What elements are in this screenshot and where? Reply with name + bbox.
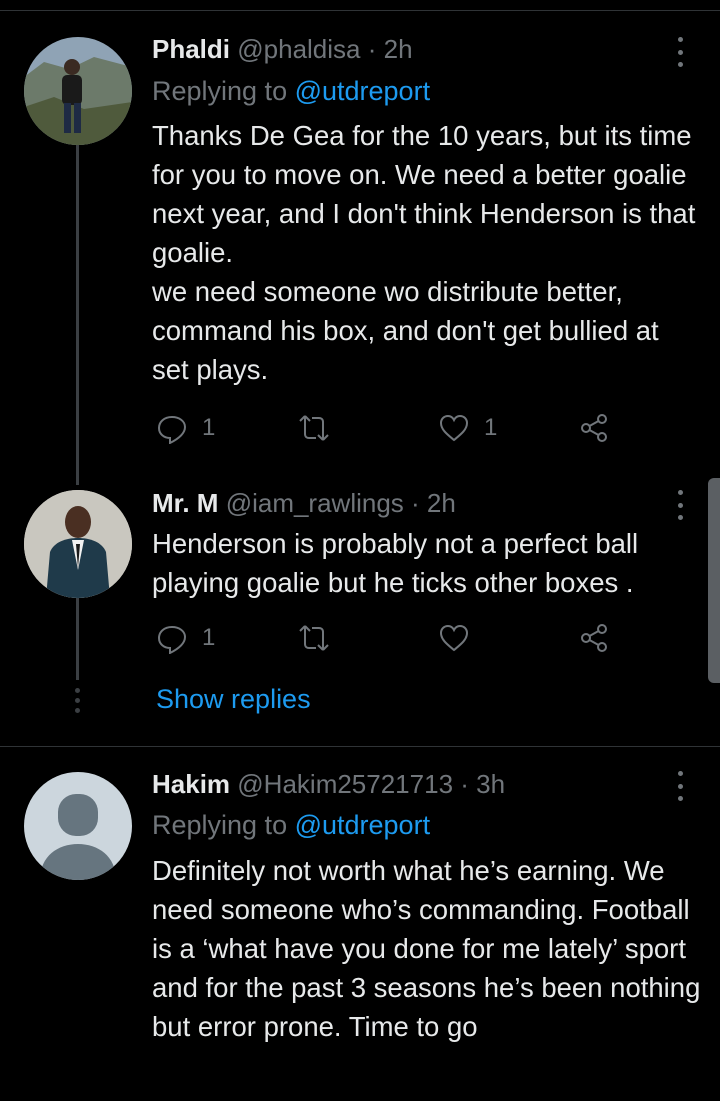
timestamp[interactable]: · 2h [368,34,413,64]
more-options-icon[interactable] [676,771,684,801]
display-name[interactable]: Hakim [152,769,230,799]
retweet-button[interactable] [298,618,330,658]
reply-button[interactable]: 1 [156,618,215,658]
tweet-header: Hakim @Hakim25721713 · 3h [152,767,505,801]
share-icon [581,414,607,442]
like-icon [439,624,469,652]
avatar[interactable] [24,37,132,145]
retweet-button[interactable] [298,408,330,448]
tweet-actions: 1 1 [152,408,632,448]
share-icon [581,624,607,652]
tweet-text: Henderson is probably not a perfect ball… [152,528,639,598]
like-icon [439,414,469,442]
tweet-actions: 1 [152,618,632,658]
thread-continuation-dots [73,688,81,713]
scrollbar[interactable] [708,478,720,683]
avatar[interactable] [24,490,132,598]
share-button[interactable] [578,408,610,448]
reply-count: 1 [202,624,216,651]
avatar[interactable] [24,772,132,880]
show-replies-link[interactable]: Show replies [156,684,311,715]
divider [0,746,720,747]
handle[interactable]: @phaldisa [237,34,360,64]
like-button[interactable] [438,618,470,658]
reply-icon [157,415,187,444]
reply-icon [157,625,187,654]
timestamp[interactable]: · 3h [460,769,505,799]
handle[interactable]: @Hakim25721713 [237,769,453,799]
retweet-icon [299,415,329,441]
timestamp[interactable]: · 2h [411,488,456,518]
top-divider [0,10,720,11]
like-button[interactable]: 1 [438,408,497,448]
display-name[interactable]: Mr. M [152,488,218,518]
tweet-text: Definitely not worth what he’s earning. … [152,855,701,1042]
reply-button[interactable]: 1 [156,408,215,448]
reply-count: 1 [202,414,216,441]
display-name[interactable]: Phaldi [152,34,230,64]
share-button[interactable] [578,618,610,658]
default-avatar-icon [24,772,132,880]
like-count: 1 [484,414,498,441]
replying-to: Replying to @utdreport [152,73,430,109]
tweet-text: Thanks De Gea for the 10 years, but its … [152,120,696,385]
more-options-icon[interactable] [676,37,684,67]
thread-line [76,598,79,680]
more-options-icon[interactable] [676,490,684,520]
tweet-header: Phaldi @phaldisa · 2h [152,32,413,66]
replying-to: Replying to @utdreport [152,807,430,843]
retweet-icon [299,625,329,651]
replying-to-link[interactable]: @utdreport [295,810,430,840]
replying-to-label: Replying to [152,810,295,840]
handle[interactable]: @iam_rawlings [226,488,404,518]
thread-line [76,145,79,485]
replying-to-label: Replying to [152,76,295,106]
replying-to-link[interactable]: @utdreport [295,76,430,106]
tweet-header: Mr. M @iam_rawlings · 2h [152,486,456,520]
